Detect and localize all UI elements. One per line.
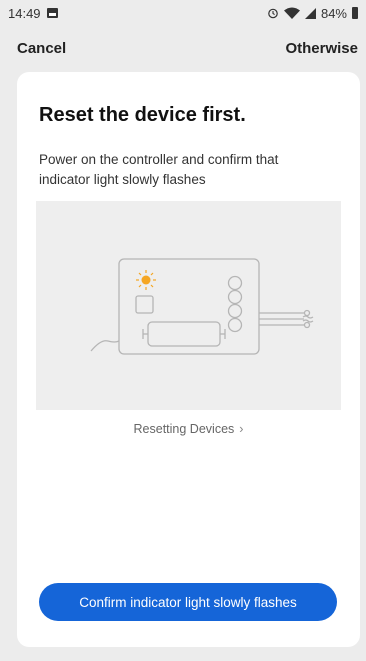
image-notification-icon xyxy=(46,8,58,18)
resetting-devices-label: Resetting Devices xyxy=(133,422,235,436)
page-title: Reset the device first. xyxy=(39,104,246,126)
reset-card: Reset the device first. Power on the con… xyxy=(17,72,360,647)
battery-percent: 84% xyxy=(320,5,347,21)
resetting-devices-link[interactable]: Resetting Devices › xyxy=(17,422,360,436)
instruction-text: Power on the controller and confirm that… xyxy=(39,152,279,187)
confirm-button[interactable]: Confirm indicator light slowly flashes xyxy=(39,583,337,621)
cancel-button[interactable]: Cancel xyxy=(17,40,66,57)
chevron-right-icon: › xyxy=(239,422,244,436)
nav-bar: Cancel Otherwise xyxy=(0,32,366,64)
otherwise-button[interactable]: Otherwise xyxy=(285,40,358,57)
signal-icon xyxy=(304,7,316,19)
indicator-light-icon xyxy=(136,270,156,290)
battery-icon xyxy=(352,7,358,19)
controller-diagram xyxy=(90,258,314,355)
wifi-icon xyxy=(283,7,300,19)
status-bar: 14:49 84% xyxy=(0,0,366,26)
status-time: 14:49 xyxy=(8,5,41,21)
alarm-icon xyxy=(268,8,278,19)
device-illustration xyxy=(36,201,341,410)
status-left: 14:49 xyxy=(8,6,58,21)
status-right: 84% xyxy=(267,6,358,21)
